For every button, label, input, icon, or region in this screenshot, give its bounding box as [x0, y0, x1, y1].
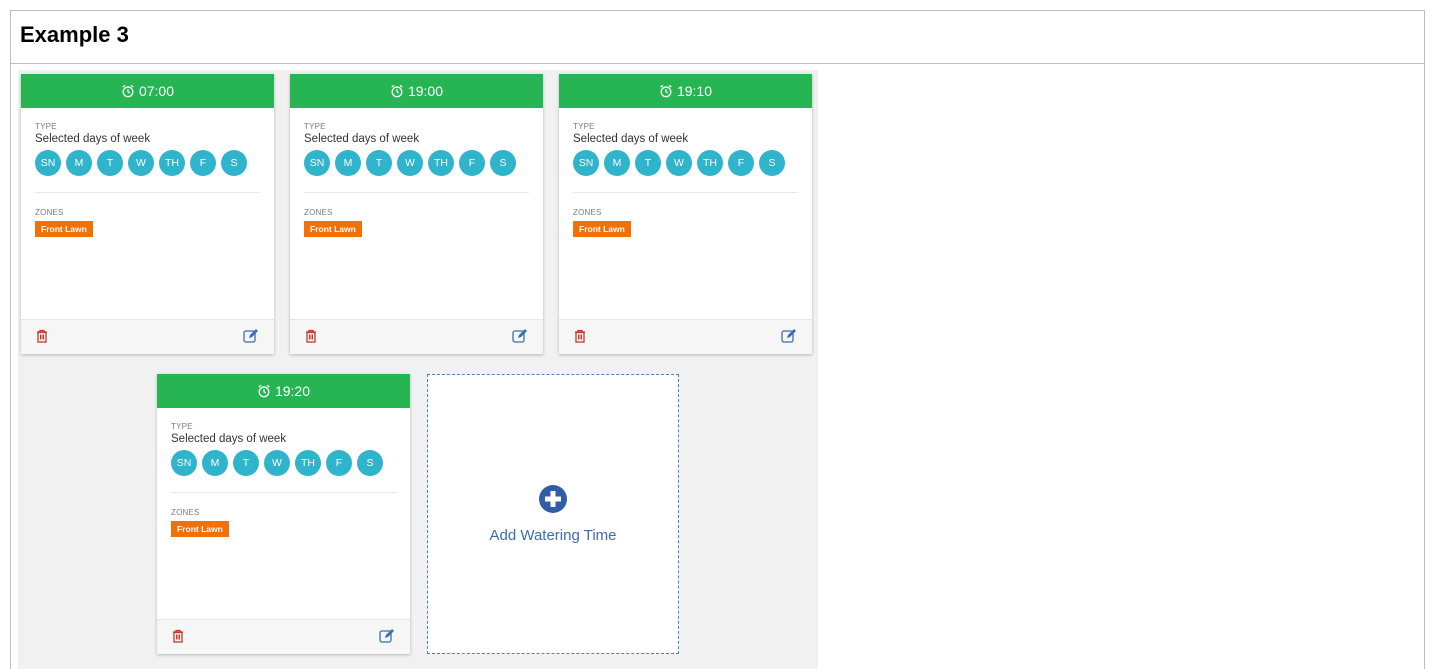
example-title: Example 3 [11, 11, 1424, 64]
day-tuesday: T [635, 150, 661, 176]
days-list: SN M T W TH F S [171, 450, 396, 476]
card-time: 19:00 [407, 83, 444, 99]
trash-icon[interactable] [36, 329, 48, 348]
edit-icon[interactable] [243, 329, 259, 348]
card-footer [21, 319, 274, 354]
card-header: 19:10 [559, 74, 812, 108]
days-list: SN M T W TH F S [573, 150, 798, 176]
divider [304, 192, 529, 193]
day-thursday: TH [295, 450, 321, 476]
watering-time-card: 19:00 TYPE Selected days of week SN M T … [290, 74, 543, 354]
day-sunday: SN [35, 150, 61, 176]
day-friday: F [190, 150, 216, 176]
day-saturday: S [490, 150, 516, 176]
day-wednesday: W [264, 450, 290, 476]
day-thursday: TH [428, 150, 454, 176]
day-sunday: SN [573, 150, 599, 176]
day-monday: M [604, 150, 630, 176]
zone-badge: Front Lawn [304, 221, 362, 237]
type-label: TYPE [304, 122, 326, 131]
zones-label: ZONES [35, 208, 64, 217]
type-label: TYPE [171, 422, 193, 431]
edit-icon[interactable] [379, 629, 395, 648]
trash-icon[interactable] [574, 329, 586, 348]
zones-label: ZONES [171, 508, 200, 517]
card-footer [157, 619, 410, 654]
card-header: 07:00 [21, 74, 274, 108]
type-label: TYPE [573, 122, 595, 131]
day-tuesday: T [366, 150, 392, 176]
type-value: Selected days of week [171, 433, 287, 445]
card-time: 07:00 [138, 83, 175, 99]
day-saturday: S [759, 150, 785, 176]
day-tuesday: T [233, 450, 259, 476]
days-list: SN M T W TH F S [304, 150, 529, 176]
day-wednesday: W [128, 150, 154, 176]
card-footer [559, 319, 812, 354]
zones-label: ZONES [304, 208, 333, 217]
divider [573, 192, 798, 193]
alarm-clock-icon [121, 84, 135, 98]
day-saturday: S [357, 450, 383, 476]
zone-badge: Front Lawn [573, 221, 631, 237]
day-sunday: SN [304, 150, 330, 176]
watering-time-card: 19:20 TYPE Selected days of week SN M T … [157, 374, 410, 654]
add-watering-time-button[interactable]: Add Watering Time [427, 374, 679, 654]
zone-badge: Front Lawn [35, 221, 93, 237]
plus-circle-icon [538, 484, 568, 519]
day-saturday: S [221, 150, 247, 176]
days-list: SN M T W TH F S [35, 150, 260, 176]
trash-icon[interactable] [305, 329, 317, 348]
day-sunday: SN [171, 450, 197, 476]
day-monday: M [335, 150, 361, 176]
edit-icon[interactable] [781, 329, 797, 348]
zones-label: ZONES [573, 208, 602, 217]
card-footer [290, 319, 543, 354]
day-monday: M [202, 450, 228, 476]
day-wednesday: W [666, 150, 692, 176]
card-time: 19:10 [676, 83, 713, 99]
alarm-clock-icon [659, 84, 673, 98]
card-header: 19:00 [290, 74, 543, 108]
day-friday: F [459, 150, 485, 176]
card-header: 19:20 [157, 374, 410, 408]
zone-badge: Front Lawn [171, 521, 229, 537]
type-value: Selected days of week [35, 133, 151, 145]
edit-icon[interactable] [512, 329, 528, 348]
day-tuesday: T [97, 150, 123, 176]
watering-schedule-area: 07:00 TYPE Selected days of week SN M T … [18, 70, 818, 669]
divider [171, 492, 396, 493]
day-thursday: TH [159, 150, 185, 176]
card-time: 19:20 [274, 383, 311, 399]
trash-icon[interactable] [172, 629, 184, 648]
day-friday: F [728, 150, 754, 176]
alarm-clock-icon [257, 384, 271, 398]
type-value: Selected days of week [304, 133, 420, 145]
type-label: TYPE [35, 122, 57, 131]
add-watering-time-label: Add Watering Time [489, 527, 617, 544]
day-friday: F [326, 450, 352, 476]
type-value: Selected days of week [573, 133, 689, 145]
day-thursday: TH [697, 150, 723, 176]
divider [35, 192, 260, 193]
day-wednesday: W [397, 150, 423, 176]
alarm-clock-icon [390, 84, 404, 98]
day-monday: M [66, 150, 92, 176]
watering-time-card: 07:00 TYPE Selected days of week SN M T … [21, 74, 274, 354]
watering-time-card: 19:10 TYPE Selected days of week SN M T … [559, 74, 812, 354]
